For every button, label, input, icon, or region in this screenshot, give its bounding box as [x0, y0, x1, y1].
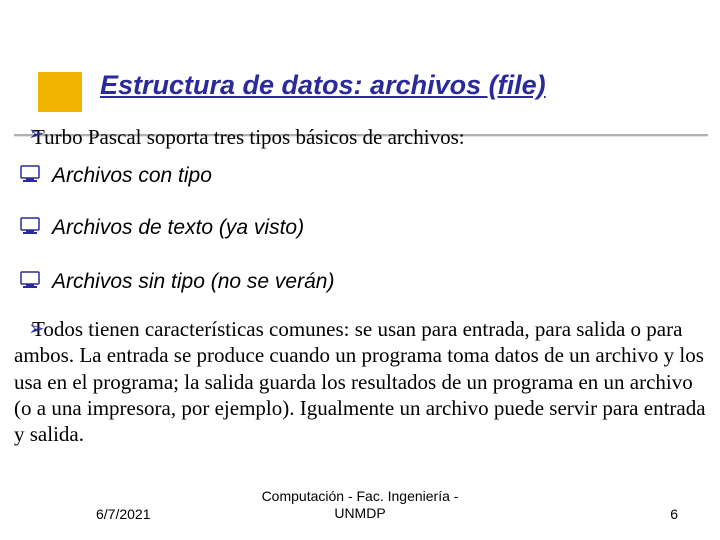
list-item-label: Archivos de texto (ya visto) [52, 216, 304, 239]
arrow-bullet-icon: ➢ [28, 319, 45, 339]
footer-center: Computación - Fac. Ingeniería -UNMDP [0, 488, 720, 522]
screen-icon [20, 217, 40, 240]
footer-page-number: 6 [670, 506, 678, 522]
list-item-label: Archivos sin tipo (no se verán) [52, 270, 334, 293]
slide: Estructura de datos: archivos (file) ➢ T… [0, 0, 720, 540]
list-item: Archivos sin tipo (no se verán) [14, 270, 704, 294]
list-item: Archivos de texto (ya visto) [14, 216, 704, 240]
paragraph-text: Todos tienen características comunes: se… [14, 316, 710, 447]
screen-icon [20, 165, 40, 188]
intro-line: ➢ Turbo Pascal soporta tres tipos básico… [14, 124, 704, 150]
footer-center-text: Computación - Fac. Ingeniería -UNMDP [262, 488, 459, 521]
screen-icon [20, 271, 40, 294]
intro-text: Turbo Pascal soporta tres tipos básicos … [32, 124, 465, 150]
arrow-bullet-icon: ➢ [28, 124, 45, 144]
slide-title: Estructura de datos: archivos (file) [100, 70, 546, 101]
paragraph-content: Todos tienen características comunes: se… [14, 317, 706, 446]
paragraph-block: ➢ Todos tienen características comunes: … [14, 316, 710, 447]
list-item: Archivos con tipo [14, 164, 704, 188]
accent-square [38, 72, 82, 112]
list-item-label: Archivos con tipo [52, 164, 212, 187]
